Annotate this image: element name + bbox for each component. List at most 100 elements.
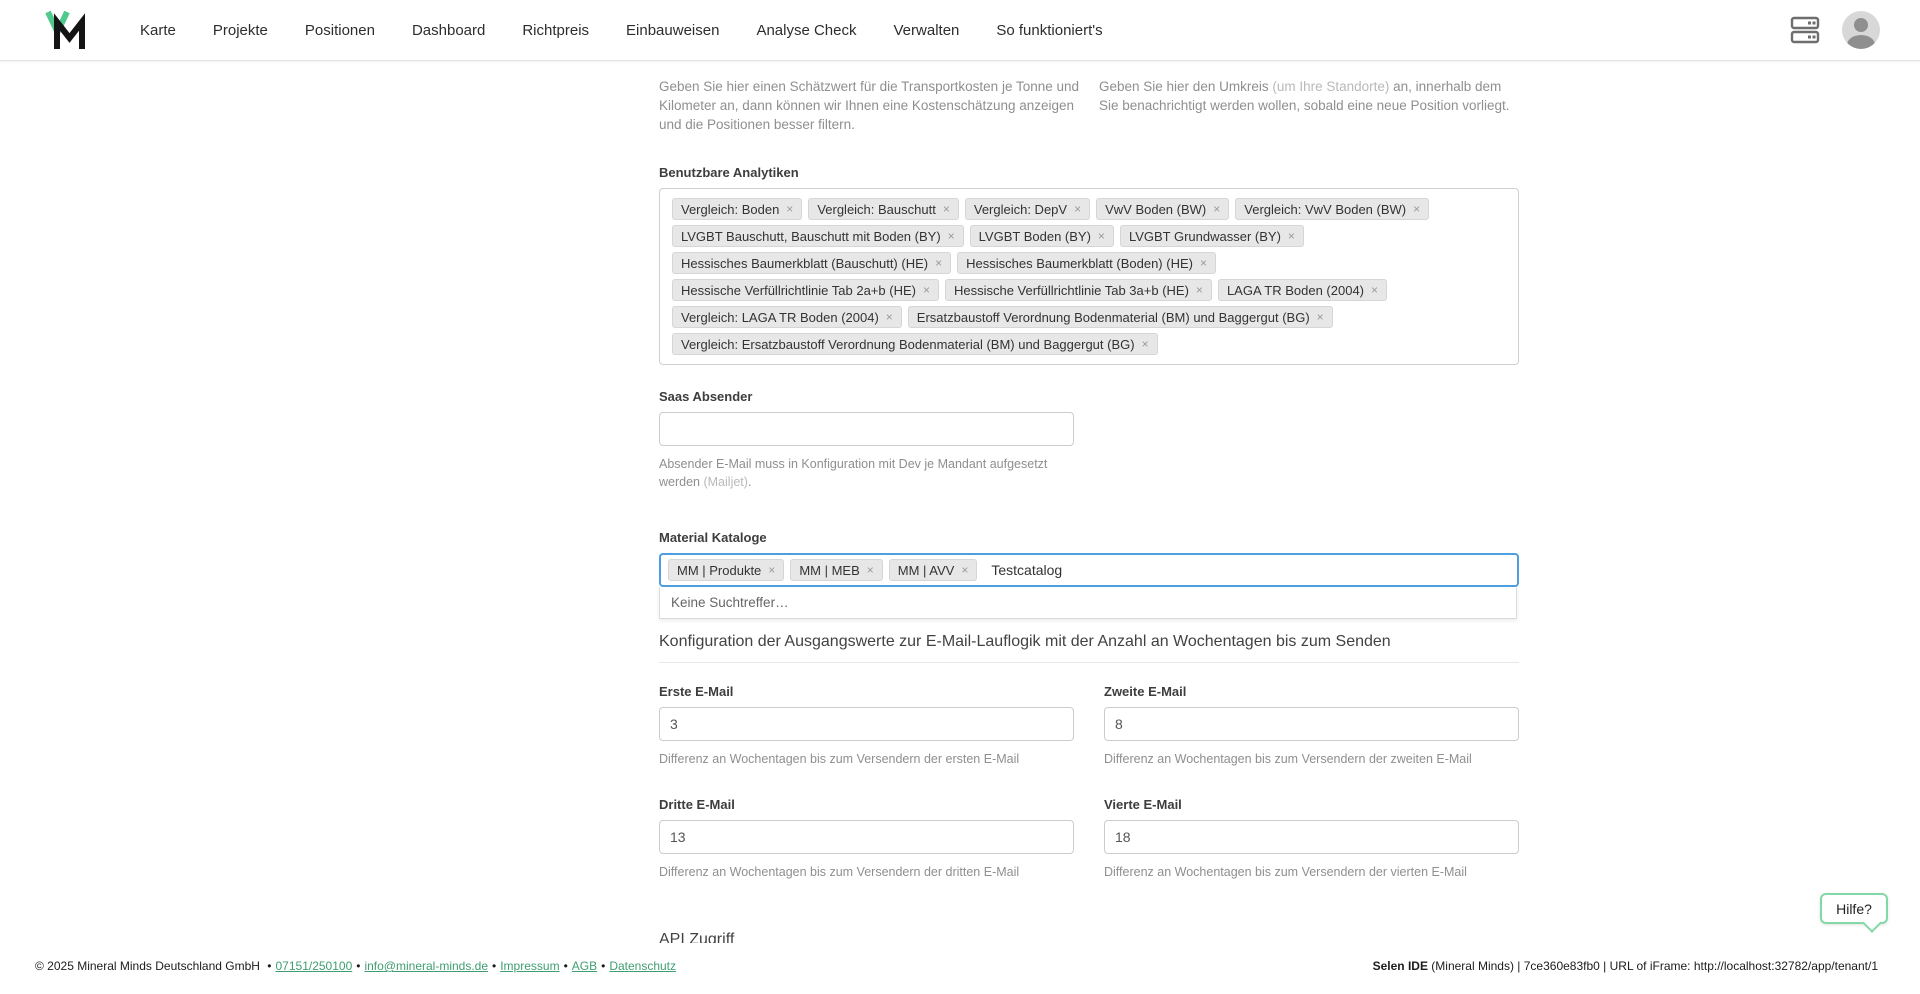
nav-item-einbauweisen[interactable]: Einbauweisen — [626, 22, 719, 39]
analytics-tagbox[interactable]: Vergleich: Boden×Vergleich: Bauschutt×Ve… — [659, 188, 1519, 365]
analytics-tag-row: Hessische Verfüllrichtlinie Tab 2a+b (HE… — [672, 279, 1506, 301]
transport-cost-help-text: Geben Sie hier einen Schätzwert für die … — [659, 77, 1083, 134]
email-field: Dritte E-Mail Differenz an Wochentagen bi… — [659, 797, 1074, 881]
analytics-tag: Ersatzbaustoff Verordnung Bodenmaterial … — [908, 306, 1333, 328]
nav-item-so-funktioniert-s[interactable]: So funktioniert's — [996, 22, 1102, 39]
analytics-tag: LVGBT Grundwasser (BY)× — [1120, 225, 1304, 247]
saas-sender-input[interactable] — [659, 412, 1074, 446]
nav-item-projekte[interactable]: Projekte — [213, 22, 268, 39]
nav-item-karte[interactable]: Karte — [140, 22, 176, 39]
email-days-input-3[interactable] — [659, 820, 1074, 854]
remove-tag-icon[interactable]: × — [786, 203, 793, 215]
remove-tag-icon[interactable]: × — [768, 564, 775, 576]
remove-tag-icon[interactable]: × — [1200, 257, 1207, 269]
remove-tag-icon[interactable]: × — [948, 230, 955, 242]
remove-tag-icon[interactable]: × — [923, 284, 930, 296]
nav-item-dashboard[interactable]: Dashboard — [412, 22, 485, 39]
avatar-person-icon — [1854, 18, 1868, 32]
analytics-tag: Vergleich: VwV Boden (BW)× — [1235, 198, 1429, 220]
footer-link-info-mineral-minds-de[interactable]: info@mineral-minds.de — [364, 959, 488, 973]
analytics-tag: LVGBT Boden (BY)× — [970, 225, 1114, 247]
remove-tag-icon[interactable]: × — [943, 203, 950, 215]
email-days-input-2[interactable] — [1104, 707, 1519, 741]
mineral-minds-logo-icon[interactable] — [44, 9, 88, 51]
analytics-tag: Vergleich: Ersatzbaustoff Verordnung Bod… — [672, 333, 1158, 355]
api-access-heading: API Zugriff — [659, 881, 1519, 943]
copyright-text: © 2025 Mineral Minds Deutschland GmbH — [35, 959, 260, 973]
nav-item-verwalten[interactable]: Verwalten — [894, 22, 960, 39]
analytics-tag: Vergleich: Boden × — [672, 198, 802, 220]
remove-tag-icon[interactable]: × — [1413, 203, 1420, 215]
nav-item-analyse-check[interactable]: Analyse Check — [756, 22, 856, 39]
analytics-tag-label: Hessisches Baumerkblatt (Bauschutt) (HE) — [681, 256, 928, 271]
email-field-help: Differenz an Wochentagen bis zum Versend… — [659, 750, 1074, 768]
email-config-heading: Konfiguration der Ausgangswerte zur E-Ma… — [659, 619, 1519, 663]
catalog-tag: MM | MEB × — [790, 559, 882, 581]
remove-tag-icon[interactable]: × — [935, 257, 942, 269]
analytics-tag: Vergleich: LAGA TR Boden (2004) × — [672, 306, 902, 328]
nav-item-richtpreis[interactable]: Richtpreis — [522, 22, 589, 39]
remove-tag-icon[interactable]: × — [1142, 338, 1149, 350]
email-days-input-1[interactable] — [659, 707, 1074, 741]
analytics-tag: Hessisches Baumerkblatt (Bauschutt) (HE)… — [672, 252, 951, 274]
email-field-label: Zweite E-Mail — [1104, 684, 1519, 699]
analytics-tag-label: Vergleich: Boden — [681, 202, 779, 217]
email-field: Vierte E-Mail Differenz an Wochentagen bi… — [1104, 797, 1519, 881]
help-button[interactable]: Hilfe? — [1820, 893, 1888, 924]
analytics-tag-row: Vergleich: Ersatzbaustoff Verordnung Bod… — [672, 333, 1506, 355]
remove-tag-icon[interactable]: × — [1074, 203, 1081, 215]
remove-tag-icon[interactable]: × — [1317, 311, 1324, 323]
analytics-tag: LAGA TR Boden (2004) × — [1218, 279, 1387, 301]
email-field-help: Differenz an Wochentagen bis zum Versend… — [1104, 863, 1519, 881]
footer-link-impressum[interactable]: Impressum — [500, 959, 559, 973]
footer: © 2025 Mineral Minds Deutschland GmbH • 0… — [0, 943, 1920, 994]
material-catalogs-input[interactable]: MM | Produkte×MM | MEB×MM | AVV× — [659, 553, 1519, 587]
analytics-label: Benutzbare Analytiken — [659, 165, 1519, 180]
analytics-tag: LVGBT Bauschutt, Bauschutt mit Boden (BY… — [672, 225, 964, 247]
email-field-label: Erste E-Mail — [659, 684, 1074, 699]
analytics-tag-label: LAGA TR Boden (2004) — [1227, 283, 1364, 298]
remove-tag-icon[interactable]: × — [1196, 284, 1203, 296]
analytics-tag-label: VwV Boden (BW) — [1105, 202, 1206, 217]
footer-separator: • — [601, 959, 605, 973]
nav-item-positionen[interactable]: Positionen — [305, 22, 375, 39]
remove-tag-icon[interactable]: × — [867, 564, 874, 576]
main-nav: Karte Projekte Positionen Dashboard Richtpre… — [140, 22, 1103, 39]
footer-contact-links: © 2025 Mineral Minds Deutschland GmbH • 0… — [35, 959, 676, 973]
analytics-tag: Hessische Verfüllrichtlinie Tab 2a+b (HE… — [672, 279, 939, 301]
catalog-tag: MM | AVV × — [889, 559, 978, 581]
remove-tag-icon[interactable]: × — [886, 311, 893, 323]
analytics-tag-label: Vergleich: DepV — [974, 202, 1067, 217]
email-field-label: Dritte E-Mail — [659, 797, 1074, 812]
footer-separator: • — [492, 959, 496, 973]
email-config-grid: Erste E-Mail Differenz an Wochentagen bis… — [659, 684, 1519, 881]
no-results-message: Keine Suchtreffer… — [671, 595, 789, 610]
material-catalog-search-input[interactable] — [989, 561, 1510, 579]
analytics-tag-label: Vergleich: LAGA TR Boden (2004) — [681, 310, 879, 325]
analytics-tag-label: Hessisches Baumerkblatt (Boden) (HE) — [966, 256, 1193, 271]
catalog-tag-label: MM | AVV — [898, 563, 955, 578]
server-stack-icon[interactable] — [1790, 16, 1820, 44]
remove-tag-icon[interactable]: × — [1098, 230, 1105, 242]
remove-tag-icon[interactable]: × — [961, 564, 968, 576]
footer-link-datenschutz[interactable]: Datenschutz — [609, 959, 676, 973]
email-field-label: Vierte E-Mail — [1104, 797, 1519, 812]
email-field-help: Differenz an Wochentagen bis zum Versend… — [659, 863, 1074, 881]
footer-separator: • — [267, 959, 271, 973]
analytics-tag-label: Ersatzbaustoff Verordnung Bodenmaterial … — [917, 310, 1310, 325]
intro-help-texts: Geben Sie hier einen Schätzwert für die … — [659, 63, 1519, 147]
email-days-input-4[interactable] — [1104, 820, 1519, 854]
catalog-tag-label: MM | MEB — [799, 563, 859, 578]
radius-help-text: Geben Sie hier den Umkreis (um Ihre Stan… — [1099, 77, 1519, 134]
footer-link-agb[interactable]: AGB — [572, 959, 597, 973]
remove-tag-icon[interactable]: × — [1371, 284, 1378, 296]
footer-link-07151-250100[interactable]: 07151/250100 — [276, 959, 353, 973]
analytics-tag-row: Vergleich: LAGA TR Boden (2004) × Ersatzba… — [672, 306, 1506, 328]
saas-sender-help: Absender E-Mail muss in Konfiguration mi… — [659, 455, 1089, 491]
footer-separator: • — [564, 959, 568, 973]
remove-tag-icon[interactable]: × — [1213, 203, 1220, 215]
top-navigation-bar: Karte Projekte Positionen Dashboard Richtpre… — [0, 0, 1920, 61]
user-avatar[interactable] — [1842, 11, 1880, 49]
remove-tag-icon[interactable]: × — [1288, 230, 1295, 242]
analytics-tag: Hessisches Baumerkblatt (Boden) (HE) × — [957, 252, 1216, 274]
